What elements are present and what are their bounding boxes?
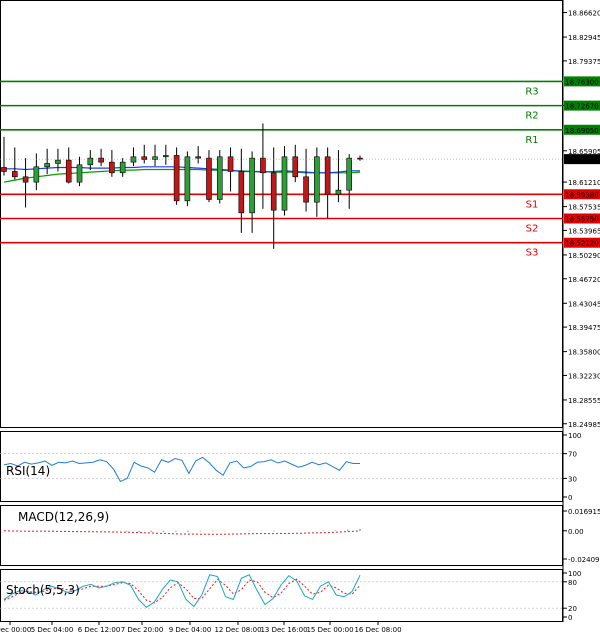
- level-name-r1: R1: [525, 135, 538, 146]
- candle-body: [238, 171, 245, 214]
- y-tick-label: 18.61210: [568, 179, 600, 187]
- rsi-label: RSI(14): [6, 464, 50, 478]
- y-tick-label: 18.28555: [568, 397, 600, 405]
- level-price-label-s1: 18.59380: [565, 191, 598, 199]
- macd-y-tick-label: 0.00: [568, 528, 584, 536]
- panel-frame-main: [0, 0, 563, 428]
- y-tick-label: 18.32230: [568, 372, 600, 380]
- candle-body: [324, 156, 331, 195]
- candle-body: [270, 172, 277, 211]
- x-tick-label: 4 Dec 00:00: [0, 626, 31, 634]
- candle-body: [119, 161, 126, 174]
- candle-body: [281, 156, 288, 211]
- panel-frame-rsi: [0, 431, 563, 502]
- x-tick-label: 16 Dec 08:00: [354, 626, 401, 634]
- stoch-y-tick-label: 100: [568, 570, 581, 578]
- x-tick-label: 5 Dec 04:00: [31, 626, 74, 634]
- candle-body: [44, 163, 50, 168]
- y-tick-label: 18.24985: [568, 421, 600, 429]
- y-tick-label: 18.53965: [568, 227, 600, 235]
- macd-y-tick-label: -0.024091: [568, 556, 600, 564]
- x-tick-label: 15 Dec 00:00: [306, 626, 353, 634]
- candle-body: [109, 161, 115, 174]
- candle-body: [163, 155, 169, 158]
- candle-body: [98, 157, 104, 163]
- rsi-y-tick-label: 70: [568, 451, 577, 459]
- y-tick-label: 18.39475: [568, 324, 600, 332]
- candle-body: [22, 176, 29, 183]
- x-tick-label: 6 Dec 12:00: [78, 626, 121, 634]
- level-price-label-r2: 18.72670: [565, 103, 598, 111]
- candle-body: [173, 155, 180, 202]
- candle-body: [314, 156, 320, 203]
- level-price-label-s2: 18.55750: [565, 216, 598, 224]
- y-tick-label: 18.46720: [568, 276, 600, 284]
- x-tick-label: 7 Dec 20:00: [121, 626, 164, 634]
- y-tick-label: 18.35800: [568, 349, 600, 357]
- candle-body: [65, 159, 72, 183]
- x-tick-label: 13 Dec 16:00: [260, 626, 307, 634]
- candle-body: [55, 159, 61, 164]
- candle-body: [206, 157, 212, 200]
- y-tick-label: 18.43045: [568, 300, 600, 308]
- level-price-label-s3: 18.52120: [565, 240, 598, 248]
- chart-svg: 18.8662018.8294518.7937518.7267018.65905…: [0, 0, 600, 634]
- candle-body: [346, 157, 353, 191]
- rsi-y-tick-label: 0: [568, 494, 572, 502]
- rsi-y-tick-label: 30: [568, 475, 577, 483]
- level-name-s2: S2: [526, 224, 539, 235]
- candle-body: [303, 176, 309, 203]
- candle-body: [1, 167, 7, 172]
- level-price-label-r3: 18.76300: [565, 78, 598, 86]
- y-tick-label: 18.82945: [568, 34, 600, 42]
- stoch-label: Stoch(5,5,3): [6, 583, 80, 597]
- candle-body: [33, 166, 40, 183]
- candle-body: [335, 189, 342, 195]
- level-price-label-r1: 18.69050: [565, 127, 598, 135]
- y-tick-label: 18.57535: [568, 204, 600, 212]
- level-name-r3: R3: [525, 86, 538, 97]
- y-tick-label: 18.79375: [568, 58, 600, 66]
- candle-body: [260, 157, 266, 174]
- candle-body: [76, 164, 83, 183]
- level-name-r2: R2: [525, 111, 538, 122]
- macd-label: MACD(12,26,9): [18, 510, 109, 524]
- x-tick-label: 12 Dec 08:00: [214, 626, 261, 634]
- level-name-s1: S1: [526, 199, 539, 210]
- candle-body: [195, 156, 201, 159]
- candle-body: [249, 157, 255, 214]
- stoch-y-tick-label: 20: [568, 605, 577, 613]
- y-tick-label: 18.50290: [568, 252, 600, 260]
- candle-body: [184, 156, 191, 202]
- x-axis: 4 Dec 00:005 Dec 04:00 6 Dec 12:007 Dec 2…: [0, 621, 402, 634]
- candle-body: [11, 171, 18, 178]
- current-price-label: 18.64652: [565, 156, 598, 164]
- candle-body: [216, 156, 223, 200]
- candle-body: [130, 156, 137, 163]
- x-tick-label: 9 Dec 04:00: [169, 626, 212, 634]
- panel-frame-stoch: [0, 569, 563, 622]
- rsi-y-tick-label: 100: [568, 432, 581, 440]
- stoch-y-tick-label: 0: [568, 614, 572, 622]
- stoch-y-tick-label: 80: [568, 579, 577, 587]
- level-name-s3: S3: [526, 248, 539, 259]
- macd-y-tick-label: 0.016915: [568, 508, 600, 516]
- panel-frames: [0, 0, 564, 622]
- candle-body: [292, 156, 299, 178]
- y-tick-label: 18.86620: [568, 10, 600, 18]
